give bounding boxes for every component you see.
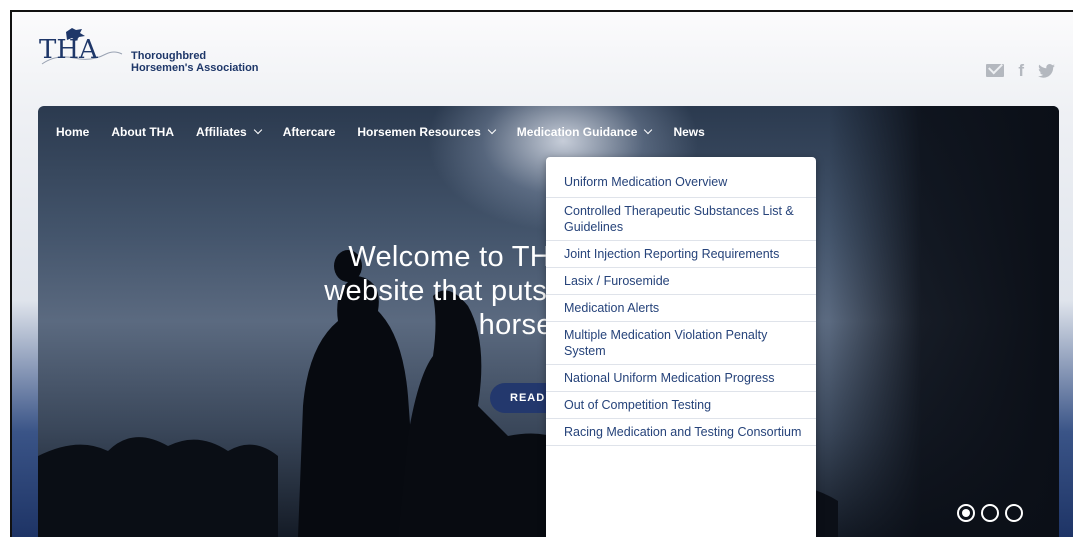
nav-about-label: About THA xyxy=(111,125,174,139)
slider-dot-3[interactable] xyxy=(1005,504,1023,522)
tha-logo[interactable]: THA xyxy=(36,24,126,76)
menu-item-lasix-furosemide[interactable]: Lasix / Furosemide xyxy=(546,268,816,295)
nav-news-label: News xyxy=(673,125,705,139)
slider-dots xyxy=(957,504,1023,522)
medication-guidance-dropdown: Uniform Medication Overview Controlled T… xyxy=(546,157,816,537)
menu-item-national-uniform-medication-progress[interactable]: National Uniform Medication Progress xyxy=(546,365,816,392)
menu-item-multiple-medication-violation[interactable]: Multiple Medication Violation Penalty Sy… xyxy=(546,322,816,365)
nav-affiliates-label: Affiliates xyxy=(196,125,247,139)
mail-icon[interactable] xyxy=(986,64,1005,77)
slider-dot-2[interactable] xyxy=(981,504,999,522)
brand-name[interactable]: Thoroughbred Horsemen's Association xyxy=(131,50,259,74)
twitter-icon[interactable] xyxy=(1038,63,1055,78)
horse-logo-icon: THA xyxy=(39,28,123,65)
nav-medication-guidance[interactable]: Medication Guidance xyxy=(516,125,653,139)
nav-horsemen-resources[interactable]: Horsemen Resources xyxy=(357,125,497,139)
brand-line-1: Thoroughbred xyxy=(131,50,207,62)
nav-news[interactable]: News xyxy=(673,125,704,139)
svg-text:THA: THA xyxy=(39,35,99,65)
menu-item-joint-injection-reporting[interactable]: Joint Injection Reporting Requirements xyxy=(546,241,816,268)
nav-resources-label: Horsemen Resources xyxy=(357,125,481,139)
chevron-down-icon xyxy=(253,125,262,135)
main-nav: Home About THA Affiliates Aftercare Hors… xyxy=(56,125,727,139)
nav-aftercare[interactable]: Aftercare xyxy=(283,125,336,139)
chevron-down-icon xyxy=(487,125,497,135)
brand-line-2: Horsemen's Association xyxy=(131,62,259,74)
chevron-down-icon xyxy=(644,125,653,135)
nav-home[interactable]: Home xyxy=(56,125,89,139)
menu-item-medication-alerts[interactable]: Medication Alerts xyxy=(546,295,816,322)
social-links: f xyxy=(986,62,1055,79)
nav-home-label: Home xyxy=(56,125,90,139)
facebook-icon[interactable]: f xyxy=(1018,62,1024,79)
menu-item-uniform-medication-overview[interactable]: Uniform Medication Overview xyxy=(546,174,816,198)
nav-aftercare-label: Aftercare xyxy=(282,125,336,139)
menu-item-controlled-therapeutic-substances[interactable]: Controlled Therapeutic Substances List &… xyxy=(546,198,816,241)
nav-affiliates[interactable]: Affiliates xyxy=(196,125,262,139)
nav-about-tha[interactable]: About THA xyxy=(111,125,174,139)
menu-item-racing-medication-consortium[interactable]: Racing Medication and Testing Consortium xyxy=(546,419,816,446)
nav-medication-label: Medication Guidance xyxy=(516,125,638,139)
menu-item-out-of-competition-testing[interactable]: Out of Competition Testing xyxy=(546,392,816,419)
slider-dot-1[interactable] xyxy=(957,504,975,522)
